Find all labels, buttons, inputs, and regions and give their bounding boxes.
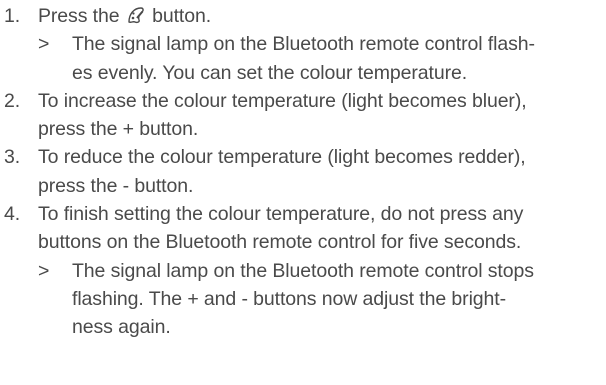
step-number: 2. [4, 89, 21, 112]
colour-temperature-icon [128, 7, 144, 24]
result-line: es evenly. You can set the colour temper… [72, 61, 468, 84]
instruction-steps: 1. Press the button. > The signal lamp o… [4, 2, 600, 342]
step-text: Press the button. [38, 2, 600, 30]
result-line: The signal lamp on the Bluetooth remote … [72, 33, 535, 56]
result-line: flashing. The + and - buttons now adjust… [72, 287, 507, 310]
step-number: 3. [4, 146, 21, 169]
step-number: 1. [4, 5, 21, 27]
step-number: 4. [4, 203, 21, 226]
step-result: > The signal lamp on the Bluetooth remot… [38, 30, 600, 87]
step-text-before-icon: Press the [38, 5, 125, 27]
instruction-page: 1. Press the button. > The signal lamp o… [0, 0, 606, 385]
result-marker: > [38, 33, 50, 56]
result-marker: > [38, 259, 50, 282]
step-text-line: press the + button. [38, 118, 199, 141]
step-text-line: To finish setting the colour temperature… [38, 203, 524, 226]
step-3: 3. To reduce the colour temperature (lig… [4, 143, 600, 200]
step-4: 4. To finish setting the colour temperat… [4, 200, 600, 341]
step-text-line: To reduce the colour temperature (light … [38, 146, 526, 169]
step-text-after-icon: button. [146, 5, 212, 27]
step-text-line: press the - button. [38, 174, 194, 197]
step-text-line: To increase the colour temperature (ligh… [38, 89, 527, 112]
result-line: The signal lamp on the Bluetooth remote … [72, 259, 534, 282]
step-2: 2. To increase the colour temperature (l… [4, 87, 600, 144]
step-1: 1. Press the button. > The signal lamp o… [4, 2, 600, 87]
step-text-line: buttons on the Bluetooth remote control … [38, 231, 522, 254]
result-line: ness again. [72, 316, 171, 339]
step-result: > The signal lamp on the Bluetooth remot… [38, 257, 600, 342]
